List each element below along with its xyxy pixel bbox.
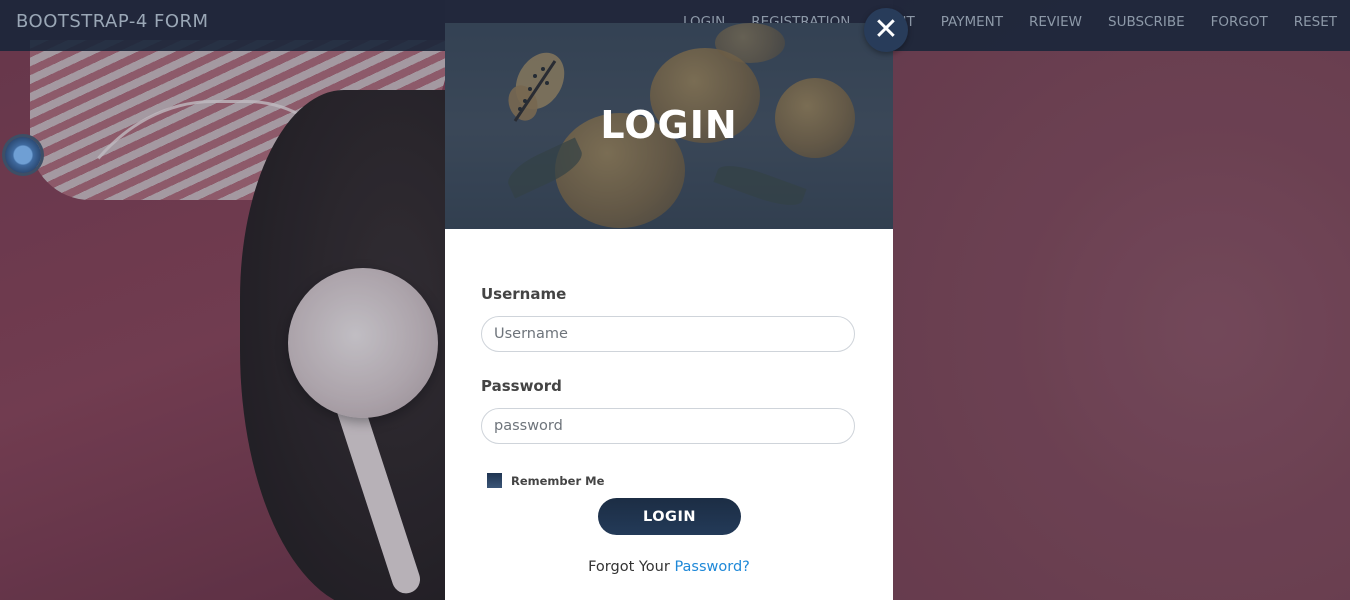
brand-title[interactable]: BOOTSTRAP-4 FORM: [16, 11, 209, 32]
close-icon[interactable]: ✕: [864, 8, 908, 52]
username-label: Username: [481, 285, 567, 303]
forgot-password: Forgot Your Password?: [445, 559, 893, 575]
modal-title: LOGIN: [600, 103, 738, 147]
password-input[interactable]: [481, 408, 855, 444]
nav-link-payment[interactable]: PAYMENT: [928, 14, 1016, 30]
forgot-password-link[interactable]: Password?: [674, 559, 749, 575]
login-button[interactable]: LOGIN: [598, 498, 741, 535]
remember-me[interactable]: Remember Me: [487, 473, 604, 488]
login-modal: LOGIN Username Password Remember Me LOGI…: [445, 23, 893, 600]
nav-link-forgot[interactable]: FORGOT: [1198, 14, 1281, 30]
modal-header: LOGIN: [445, 23, 893, 229]
nav-link-review[interactable]: REVIEW: [1016, 14, 1095, 30]
remember-label: Remember Me: [511, 473, 605, 488]
nav-link-subscribe[interactable]: SUBSCRIBE: [1095, 14, 1198, 30]
remember-checkbox[interactable]: [487, 473, 502, 488]
forgot-text: Forgot Your: [588, 559, 675, 575]
gear-icon[interactable]: [5, 137, 41, 173]
password-label: Password: [481, 377, 562, 395]
username-input[interactable]: [481, 316, 855, 352]
nav-link-reset[interactable]: RESET: [1281, 14, 1350, 30]
